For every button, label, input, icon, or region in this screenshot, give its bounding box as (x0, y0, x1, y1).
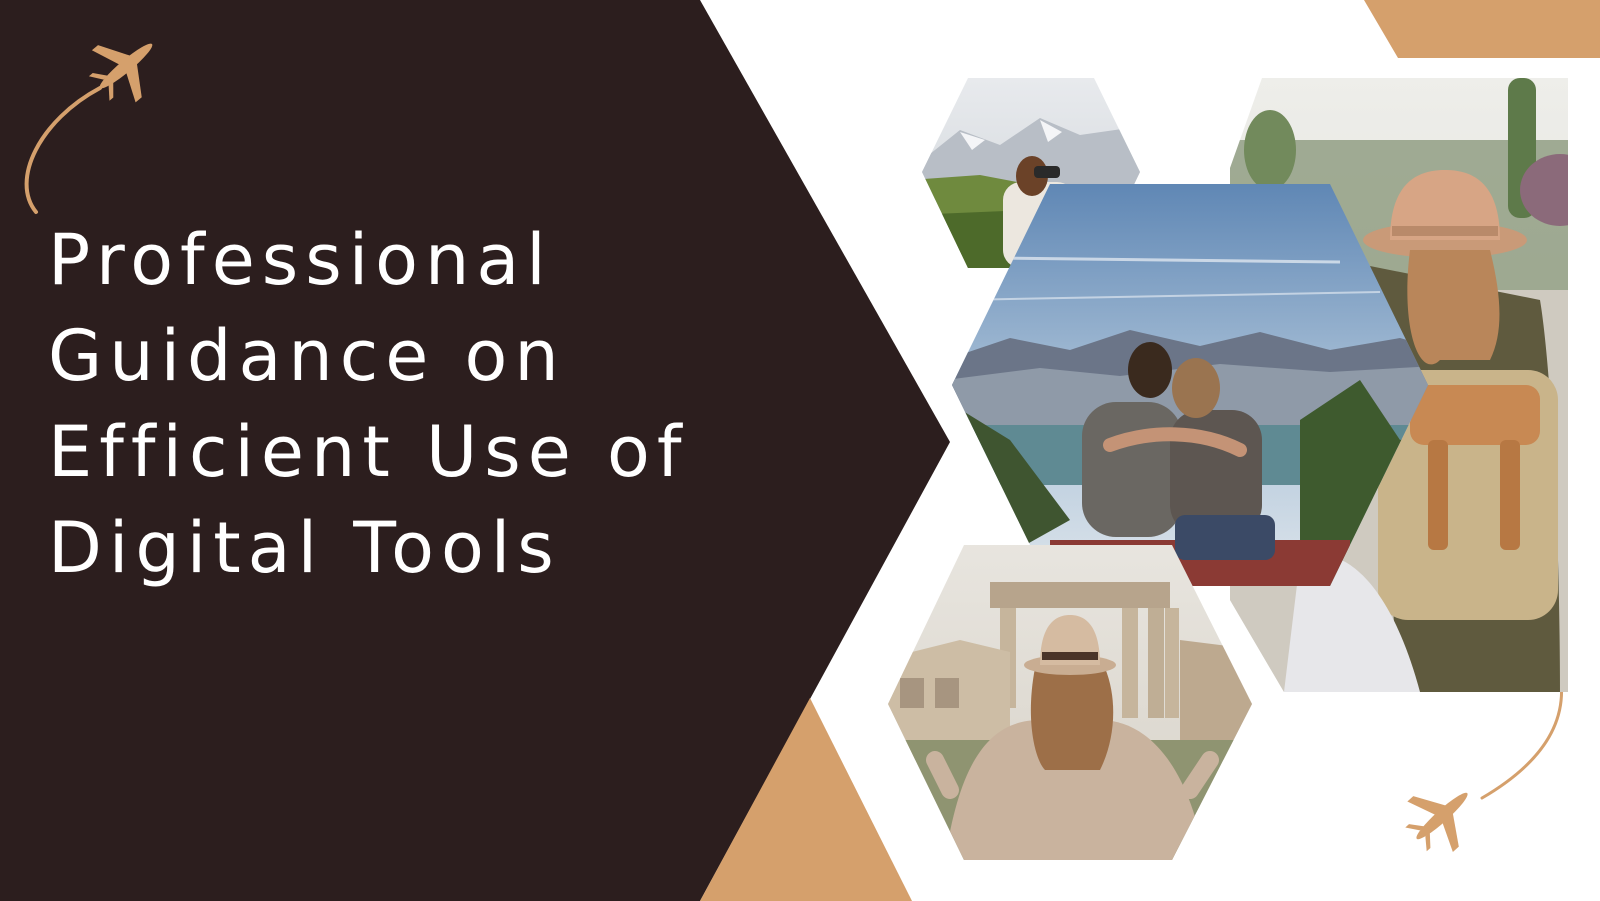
flight-path-bottom (1480, 672, 1563, 800)
traveler-at-roman-ruins-photo (888, 545, 1252, 860)
accent-bar-top-right (1364, 0, 1600, 58)
title-line-2: Guidance on (48, 315, 566, 397)
title-line-4: Digital Tools (48, 507, 561, 589)
airplane-icon (1405, 792, 1468, 852)
page-title: Professional Guidance on Efficient Use o… (48, 212, 908, 596)
title-line-1: Professional (48, 219, 553, 301)
title-line-3: Efficient Use of (48, 411, 689, 493)
